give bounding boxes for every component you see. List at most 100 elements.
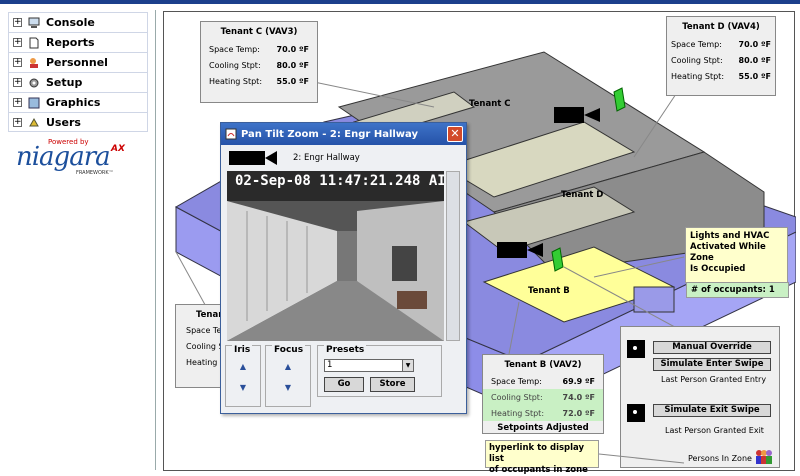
space-temp-label: Space Temp: xyxy=(671,39,722,49)
ptz-titlebar[interactable]: Pan Tilt Zoom - 2: Engr Hallway xyxy=(221,123,466,145)
sidebar-nav: + Console + Reports + Personnel + Setup … xyxy=(8,12,148,132)
java-icon xyxy=(225,128,237,140)
expand-icon[interactable]: + xyxy=(13,18,22,27)
access-control-panel: Manual Override Simulate Enter Swipe Las… xyxy=(620,326,780,468)
tenant-d-panel: Tenant D (VAV4) Space Temp: 70.0 ºF Cooli… xyxy=(666,16,776,96)
occupancy-callout: Lights and HVAC Activated While Zone Is … xyxy=(685,227,789,298)
iris-down-icon[interactable]: ▼ xyxy=(226,383,260,392)
personnel-icon xyxy=(30,57,38,68)
video-timestamp: 02-Sep-08 11:47:21.248 AI xyxy=(235,173,444,189)
console-icon xyxy=(28,17,40,28)
preset-value: 1 xyxy=(327,360,333,370)
presets-control: Presets 1 ▼ Go Store xyxy=(317,345,442,397)
space-temp-label: Space Temp: xyxy=(209,44,260,54)
presets-label: Presets xyxy=(324,345,367,355)
sidebar-item-reports[interactable]: + Reports xyxy=(8,32,148,52)
callout-line: Lights and HVAC xyxy=(690,231,770,241)
camera-icon xyxy=(229,151,265,165)
setpoints-adjusted-note: Setpoints Adjusted xyxy=(497,423,589,433)
camera-icon xyxy=(554,107,584,123)
space-temp-value: 70.0 ºF xyxy=(738,39,772,49)
exit-photo-icon xyxy=(627,404,645,422)
heating-stpt-value: 72.0 ºF xyxy=(562,408,596,418)
cooling-stpt-label: Cooling Stpt: xyxy=(671,55,723,65)
cooling-stpt-value: 74.0 ºF xyxy=(562,392,596,402)
reports-icon xyxy=(29,37,39,48)
go-button[interactable]: Go xyxy=(324,377,364,392)
sidebar-item-personnel[interactable]: + Personnel xyxy=(8,52,148,72)
tenant-d-title: Tenant D (VAV4) xyxy=(682,22,760,32)
sidebar-item-setup[interactable]: + Setup xyxy=(8,72,148,92)
focus-label: Focus xyxy=(272,345,306,355)
heating-stpt-value: 55.0 ºF xyxy=(276,76,310,86)
heating-stpt-label: Heating Stpt: xyxy=(671,71,725,81)
cooling-stpt-label: Cooling Stpt: xyxy=(209,60,261,70)
persons-in-zone-label: Persons In Zone xyxy=(688,454,752,463)
sidebar-item-label: Console xyxy=(46,16,95,29)
sidebar-item-label: Setup xyxy=(46,76,83,89)
cooling-stpt-value: 80.0 ºF xyxy=(276,60,310,70)
cooling-stpt-value: 80.0 ºF xyxy=(738,55,772,65)
focus-up-icon[interactable]: ▲ xyxy=(266,362,310,371)
last-entry-caption: Last Person Granted Entry xyxy=(661,375,767,384)
preset-select[interactable]: 1 ▼ xyxy=(324,359,414,372)
label-tenant-c: Tenant C xyxy=(469,99,511,109)
last-exit-caption: Last Person Granted Exit xyxy=(665,426,764,435)
sidebar-item-label: Users xyxy=(46,115,81,129)
space-temp-value: 70.0 ºF xyxy=(276,44,310,54)
ptz-title: Pan Tilt Zoom - 2: Engr Hallway xyxy=(241,128,419,140)
expand-icon[interactable]: + xyxy=(13,58,22,67)
camera-label: 2: Engr Hallway xyxy=(293,153,360,163)
expand-icon[interactable]: + xyxy=(13,78,22,87)
iris-label: Iris xyxy=(232,345,253,355)
ptz-dialog: Pan Tilt Zoom - 2: Engr Hallway ✕ 2: Eng… xyxy=(220,122,467,414)
sidebar-item-label: Personnel xyxy=(46,56,108,69)
chevron-down-icon[interactable]: ▼ xyxy=(402,360,413,371)
sidebar-divider xyxy=(155,10,156,470)
sidebar-item-graphics[interactable]: + Graphics xyxy=(8,92,148,112)
setup-icon xyxy=(29,78,39,87)
graphics-icon xyxy=(28,97,40,108)
people-icon[interactable] xyxy=(755,449,773,465)
callout-line: Is Occupied xyxy=(690,264,746,274)
iris-control: Iris ▲ ▼ xyxy=(225,345,261,407)
sidebar-item-label: Reports xyxy=(46,36,95,49)
simulate-exit-swipe-button[interactable]: Simulate Exit Swipe xyxy=(653,404,771,417)
heating-stpt-label: Heating Stpt: xyxy=(491,408,545,418)
sidebar-item-label: Graphics xyxy=(46,96,101,109)
label-tenant-b: Tenant B xyxy=(528,286,570,296)
cooling-stpt-label: Cooling Stpt: xyxy=(491,392,543,402)
users-icon xyxy=(29,117,39,127)
occupants-count: # of occupants: 1 xyxy=(686,282,789,298)
camera-lens-icon xyxy=(265,151,277,165)
note-line: hyperlink to display list xyxy=(489,443,585,464)
simulate-enter-swipe-button[interactable]: Simulate Enter Swipe xyxy=(653,358,771,371)
hyperlink-note: hyperlink to display list of occupants i… xyxy=(485,440,599,475)
space-temp-value: 69.9 ºF xyxy=(562,376,596,386)
niagara-logo: Powered by niagara AX FRAMEWORK™ xyxy=(16,138,125,176)
expand-icon[interactable]: + xyxy=(13,117,22,127)
space-temp-label: Space Temp: xyxy=(491,376,542,386)
callout-line: Activated While Zone xyxy=(690,242,766,263)
vertical-scrollbar[interactable] xyxy=(446,171,460,341)
tenant-c-title: Tenant C (VAV3) xyxy=(220,27,298,37)
expand-icon[interactable]: + xyxy=(13,98,22,107)
heating-stpt-value: 55.0 ºF xyxy=(738,71,772,81)
camera-video-feed: 02-Sep-08 11:47:21.248 AI xyxy=(227,171,444,341)
tenant-b-panel: Tenant B (VAV2) Space Temp: 69.9 ºF Cooli… xyxy=(482,354,604,434)
sidebar-item-console[interactable]: + Console xyxy=(8,12,148,32)
entry-photo-icon xyxy=(627,340,645,358)
focus-control: Focus ▲ ▼ xyxy=(265,345,311,407)
tenant-c-panel: Tenant C (VAV3) Space Temp: 70.0 ºF Cooli… xyxy=(200,21,318,103)
sidebar-item-users[interactable]: + Users xyxy=(8,112,148,132)
tenant-b-title: Tenant B (VAV2) xyxy=(504,360,582,370)
store-button[interactable]: Store xyxy=(370,377,415,392)
close-icon[interactable]: ✕ xyxy=(447,126,463,142)
manual-override-button[interactable]: Manual Override xyxy=(653,341,771,354)
iris-up-icon[interactable]: ▲ xyxy=(226,362,260,371)
note-line: of occupants in zone xyxy=(489,465,588,475)
top-banner xyxy=(0,0,800,4)
heating-stpt-label: Heating Stpt: xyxy=(209,76,263,86)
expand-icon[interactable]: + xyxy=(13,38,22,47)
focus-down-icon[interactable]: ▼ xyxy=(266,383,310,392)
